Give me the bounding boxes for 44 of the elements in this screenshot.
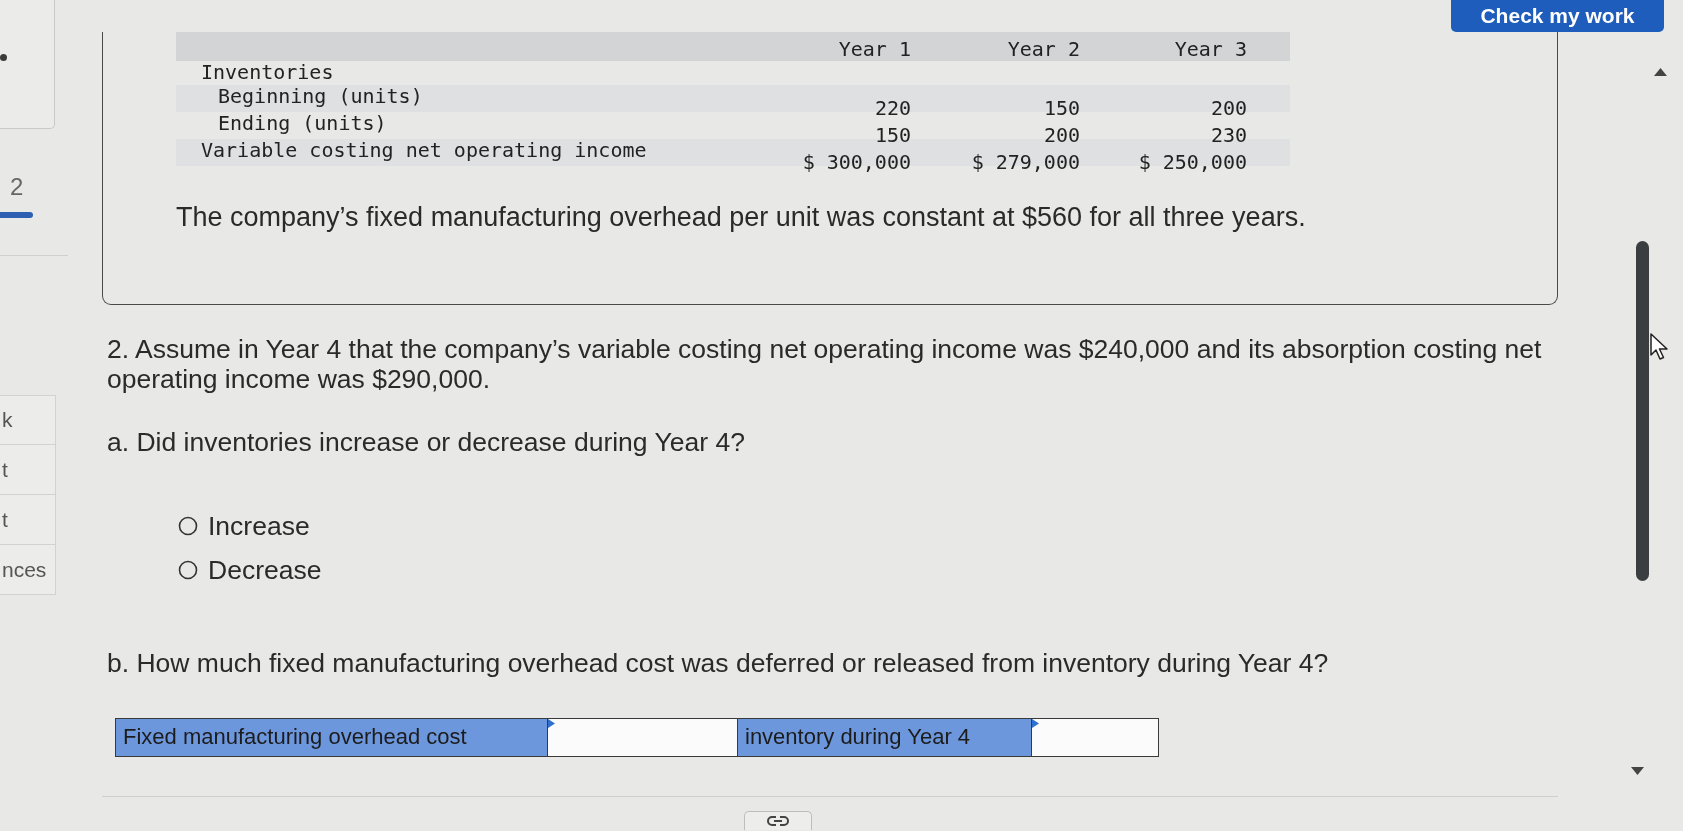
accent-bar: [0, 212, 33, 218]
option-label[interactable]: Decrease: [208, 555, 322, 585]
dot-icon: [0, 54, 7, 61]
radio-button[interactable]: [178, 560, 198, 580]
sidebar-link[interactable]: k: [0, 395, 56, 445]
table-cell-text: 150: [1042, 97, 1080, 120]
triangle-icon: [548, 719, 555, 728]
row-label: Ending (units): [217, 112, 388, 135]
row-label: Beginning (units): [217, 85, 424, 108]
column-header: Year 3: [1173, 38, 1247, 61]
table-cell-text: $ 279,000: [970, 151, 1080, 174]
column-header: Year 1: [837, 38, 911, 61]
sidebar-link[interactable]: t: [0, 445, 56, 495]
radio-button[interactable]: [178, 516, 198, 536]
table-cell-text: $ 300,000: [801, 151, 911, 174]
table-cell-text: $ 250,000: [1137, 151, 1247, 174]
question-prompt: b. How much fixed manufacturing overhead cost was deferred or released from inventory during Year 4?: [107, 648, 1329, 678]
triangle-icon: [1032, 719, 1039, 728]
table-cell-text: 200: [1209, 97, 1247, 120]
cursor-icon: [1650, 333, 1670, 361]
option-label[interactable]: Increase: [208, 511, 310, 541]
row-label: Variable costing net operating income: [200, 139, 648, 162]
table-cell-text: 220: [873, 97, 911, 120]
link-icon: [766, 815, 790, 827]
question-text: 2. Assume in Year 4 that the company’s variable costing net operating income was $240,000 and its absorption costing net operating income was $290,000.: [107, 334, 1543, 394]
scroll-up-arrow-icon[interactable]: [1654, 68, 1667, 76]
page-indicator: 2: [10, 173, 25, 201]
sidebar-link[interactable]: t: [0, 495, 56, 545]
problem-note: The company’s fixed manufacturing overhead per unit was constant at $560 for all three years.: [176, 202, 1306, 232]
question-prompt: a. Did inventories increase or decrease during Year 4?: [107, 427, 745, 457]
answer-label: Fixed manufacturing overhead cost: [116, 719, 547, 756]
answer-field[interactable]: [547, 719, 738, 756]
sidebar-link[interactable]: nces: [0, 545, 56, 595]
row-label: Inventories: [200, 61, 335, 84]
table-cell-text: 150: [873, 124, 911, 147]
link-button[interactable]: [744, 811, 812, 830]
answer-label: inventory during Year 4: [738, 719, 1031, 756]
table-cell-text: 230: [1209, 124, 1247, 147]
table-cell-text: 200: [1042, 124, 1080, 147]
check-my-work-button[interactable]: Check my work: [1451, 0, 1664, 32]
scroll-down-arrow-icon[interactable]: [1631, 767, 1644, 775]
answer-field[interactable]: [1031, 719, 1158, 756]
column-header: Year 2: [1006, 38, 1080, 61]
scrollbar-thumb[interactable]: [1636, 241, 1649, 581]
